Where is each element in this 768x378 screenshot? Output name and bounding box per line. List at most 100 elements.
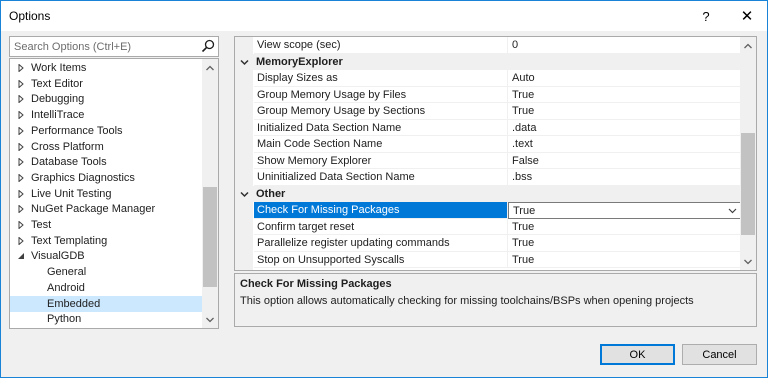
property-row[interactable]: Display Sizes as Auto: [235, 70, 741, 87]
title-bar: Options ? ✕: [1, 1, 767, 31]
grid-scroll-thumb[interactable]: [741, 133, 755, 235]
property-name[interactable]: Confirm target reset: [254, 218, 508, 235]
tree-item[interactable]: Performance Tools: [10, 123, 203, 139]
property-row[interactable]: Check For Missing Packages True: [235, 202, 741, 219]
property-value[interactable]: .text: [508, 136, 741, 153]
property-row[interactable]: Stop on Unsupported Syscalls True: [235, 251, 741, 268]
property-value[interactable]: 0: [508, 37, 741, 54]
property-name[interactable]: Stop on Unsupported Syscalls: [254, 251, 508, 268]
property-row[interactable]: Group Memory Usage by Sections True: [235, 103, 741, 120]
property-value[interactable]: True: [508, 103, 741, 120]
property-value[interactable]: .data: [508, 120, 741, 136]
collapse-chevron-icon[interactable]: [240, 58, 249, 67]
tree-item[interactable]: Python: [10, 311, 203, 327]
property-value[interactable]: True: [508, 235, 741, 252]
collapsed-arrow-icon[interactable]: [17, 205, 25, 214]
property-value[interactable]: True: [508, 252, 741, 268]
collapsed-arrow-icon[interactable]: [17, 158, 25, 167]
scroll-down-icon[interactable]: [205, 315, 215, 325]
tree-item[interactable]: IntelliTrace: [10, 107, 203, 123]
tree-scroll-thumb[interactable]: [203, 187, 217, 287]
collapsed-arrow-icon[interactable]: [17, 221, 25, 229]
close-button[interactable]: ✕: [727, 1, 767, 31]
property-grid[interactable]: View scope (sec) 0 MemoryExplorer Display S…: [234, 36, 757, 271]
property-name[interactable]: Display Sizes as: [254, 70, 508, 87]
property-value[interactable]: .bss: [508, 169, 741, 186]
property-name[interactable]: View scope (sec): [254, 37, 508, 54]
dropdown-button[interactable]: [724, 203, 740, 217]
scroll-up-icon[interactable]: [205, 63, 215, 73]
tree-item[interactable]: Debugging: [10, 91, 203, 107]
property-value-text: Auto: [512, 72, 535, 84]
expanded-arrow-icon[interactable]: [17, 252, 25, 260]
property-row[interactable]: Show Memory Explorer False: [235, 152, 741, 169]
property-row[interactable]: Confirm target reset True: [235, 218, 741, 235]
tree-item[interactable]: NuGet Package Manager: [10, 201, 203, 217]
property-name[interactable]: Group Memory Usage by Files: [254, 86, 508, 103]
property-value-text: True: [512, 237, 535, 249]
collapsed-arrow-icon[interactable]: [17, 142, 25, 151]
property-name[interactable]: Check For Missing Packages: [254, 202, 508, 219]
tree-item-label: Debugging: [31, 93, 85, 106]
tree-item[interactable]: Android: [10, 280, 203, 296]
property-name[interactable]: Main Code Section Name: [254, 136, 508, 153]
collapse-chevron-icon[interactable]: [240, 190, 249, 199]
tree-item-label: Database Tools: [31, 156, 107, 169]
collapsed-arrow-icon[interactable]: [17, 79, 25, 88]
property-row[interactable]: Parallelize register updating commands Tr…: [235, 235, 741, 252]
collapsed-arrow-icon[interactable]: [17, 111, 25, 120]
tree-item[interactable]: Graphics Diagnostics: [10, 170, 203, 186]
property-name[interactable]: Initialized Data Section Name: [254, 119, 508, 136]
tree-item[interactable]: Text Editor: [10, 76, 203, 92]
property-row[interactable]: Uninitialized Data Section Name .bss: [235, 169, 741, 186]
ok-button[interactable]: OK: [600, 344, 675, 365]
property-value-text: True: [512, 88, 535, 101]
property-value-text: .text: [512, 138, 533, 150]
collapsed-arrow-icon[interactable]: [17, 189, 25, 198]
tree-item[interactable]: Work Items: [10, 60, 203, 76]
collapsed-arrow-icon[interactable]: [17, 126, 25, 135]
grid-category[interactable]: MemoryExplorer: [235, 53, 741, 70]
tree-item-label: Text Editor: [31, 77, 83, 90]
property-row[interactable]: View scope (sec) 0: [235, 37, 741, 54]
grid-category[interactable]: Other: [235, 185, 741, 202]
property-name[interactable]: Parallelize register updating commands: [254, 235, 508, 252]
search-input[interactable]: [10, 37, 196, 56]
search-icon[interactable]: [201, 39, 215, 53]
collapsed-arrow-icon[interactable]: [17, 95, 25, 104]
scroll-up-icon[interactable]: [743, 41, 753, 51]
property-value-text: True: [512, 253, 535, 266]
property-name[interactable]: Group Memory Usage by Sections: [254, 103, 508, 120]
property-name[interactable]: Uninitialized Data Section Name: [254, 169, 508, 186]
tree-item[interactable]: Database Tools: [10, 154, 203, 170]
tree-item[interactable]: Test: [10, 217, 203, 233]
tree-item[interactable]: Live Unit Testing: [10, 186, 203, 202]
property-row[interactable]: Initialized Data Section Name .data: [235, 119, 741, 136]
property-row[interactable]: Main Code Section Name .text: [235, 136, 741, 153]
property-value[interactable]: True: [508, 87, 741, 103]
tree-item-label: NuGet Package Manager: [31, 203, 156, 216]
grid-scrollbar[interactable]: [740, 37, 756, 270]
tree-item[interactable]: VisualGDB: [10, 248, 203, 264]
tree-item-label: Cross Platform: [31, 140, 104, 153]
tree-item[interactable]: Cross Platform: [10, 139, 203, 155]
search-box[interactable]: [9, 36, 219, 57]
property-row[interactable]: Group Memory Usage by Files True: [235, 86, 741, 103]
property-value[interactable]: True: [508, 202, 741, 219]
collapsed-arrow-icon[interactable]: [17, 64, 25, 72]
property-value[interactable]: True: [508, 219, 741, 235]
description-title: Check For Missing Packages: [240, 278, 392, 290]
scroll-down-icon[interactable]: [743, 257, 753, 267]
collapsed-arrow-icon[interactable]: [17, 236, 25, 245]
tree-scrollbar[interactable]: [202, 59, 218, 328]
help-button[interactable]: ?: [686, 1, 726, 31]
tree-item[interactable]: General: [10, 264, 203, 280]
property-value[interactable]: False: [508, 153, 741, 169]
tree-item[interactable]: Embedded: [10, 295, 203, 312]
property-value[interactable]: Auto: [508, 70, 741, 87]
collapsed-arrow-icon[interactable]: [17, 173, 25, 182]
tree-item[interactable]: Text Templating: [10, 233, 203, 249]
options-tree[interactable]: Work Items Text Editor Debugging IntelliTra…: [9, 58, 219, 329]
property-name[interactable]: Show Memory Explorer: [254, 152, 508, 169]
cancel-button[interactable]: Cancel: [682, 344, 757, 365]
